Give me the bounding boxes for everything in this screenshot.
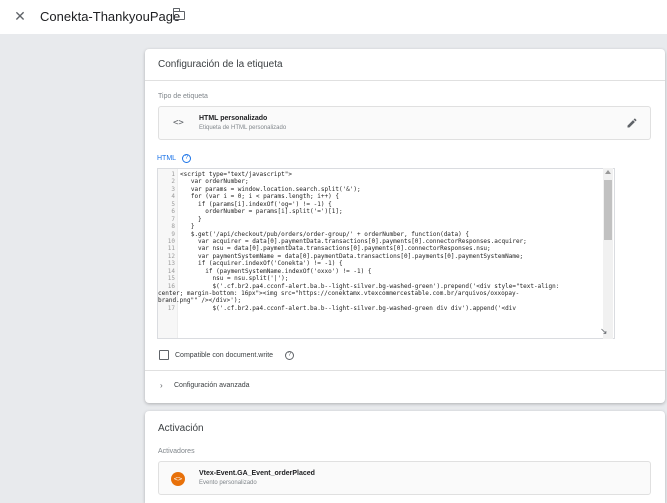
line-number: 5	[171, 200, 175, 208]
code-line[interactable]: 17 $('.cf.br2.pa4.cconf-alert.ba.b--ligh…	[158, 305, 603, 312]
line-number: 11	[167, 245, 175, 253]
custom-event-icon: <>	[171, 472, 185, 486]
line-number: 17	[167, 304, 175, 312]
code-text[interactable]: if (params[i].indexOf('og=') != -1) {	[180, 201, 332, 208]
code-line[interactable]: 9 $.get('/api/checkout/pub/orders/order-…	[158, 231, 603, 238]
code-line[interactable]: 5 if (params[i].indexOf('og=') != -1) {	[158, 201, 603, 208]
scroll-up-icon[interactable]	[605, 170, 611, 174]
code-line[interactable]: 4 for (var i = 0; i < params.length; i++…	[158, 193, 603, 200]
line-number: 2	[171, 178, 175, 186]
editor-scrollbar[interactable]	[603, 168, 613, 339]
line-number: 14	[167, 267, 175, 275]
tag-type-selector[interactable]: <> HTML personalizado Etiqueta de HTML p…	[158, 106, 651, 140]
line-number: 9	[171, 230, 175, 238]
code-text[interactable]: var params = window.location.search.spli…	[180, 186, 361, 193]
line-number: 7	[171, 215, 175, 223]
card-title: Activación	[158, 423, 204, 434]
tag-configuration-card: Configuración de la etiqueta Tipo de eti…	[145, 49, 665, 403]
trigger-subtitle: Evento personalizado	[199, 480, 257, 486]
code-text[interactable]: $('.cf.br2.pa4.cconf-alert.ba.b--light-s…	[180, 283, 560, 290]
code-text[interactable]: for (var i = 0; i < params.length; i++) …	[180, 193, 339, 200]
code-text[interactable]: var acquirer = data[0].paymentData.trans…	[180, 238, 527, 245]
tag-type-label: Tipo de etiqueta	[158, 93, 208, 100]
code-line[interactable]: 6 orderNumber = params[i].split('=')[1];	[158, 208, 603, 215]
line-number: 8	[171, 223, 175, 231]
resize-handle-icon[interactable]: ↘	[600, 326, 608, 337]
code-text[interactable]: var nsu = data[0].paymentData.transactio…	[180, 245, 491, 252]
code-line[interactable]: 10 var acquirer = data[0].paymentData.tr…	[158, 238, 603, 245]
code-text[interactable]: if (paymentSystemName.indexOf('oxxo') !=…	[180, 268, 371, 275]
code-line[interactable]: 12 var paymentSystemName = data[0].payme…	[158, 253, 603, 260]
html-label: HTML	[157, 155, 177, 162]
code-line[interactable]: 14 if (paymentSystemName.indexOf('oxxo')…	[158, 268, 603, 275]
code-text[interactable]: var paymentSystemName = data[0].paymentD…	[180, 253, 523, 260]
card-header: Configuración de la etiqueta	[145, 49, 665, 81]
advanced-settings-toggle[interactable]: Configuración avanzada	[174, 382, 250, 389]
line-number: 6	[171, 208, 175, 216]
code-text[interactable]: center; margin-bottom: 16px"><img src="h…	[158, 290, 519, 297]
code-line[interactable]: 1 <script type="text/javascript">	[158, 171, 603, 178]
pencil-icon[interactable]	[626, 117, 638, 129]
code-text[interactable]: $('.cf.br2.pa4.cconf-alert.ba.b--light-s…	[180, 305, 516, 312]
line-number: 15	[167, 275, 175, 283]
code-line[interactable]: 13 if (acquirer.indexOf('Conekta') != -1…	[158, 260, 603, 267]
code-line[interactable]: 3 var params = window.location.search.sp…	[158, 186, 603, 193]
folder-icon[interactable]	[172, 8, 185, 20]
divider	[145, 370, 665, 371]
line-number: 10	[167, 237, 175, 245]
tag-type-subtitle: Etiqueta de HTML personalizado	[199, 125, 287, 131]
code-text[interactable]: orderNumber = params[i].split('=')[1];	[180, 208, 342, 215]
card-title: Configuración de la etiqueta	[158, 59, 283, 70]
line-number: 13	[167, 260, 175, 268]
document-write-checkbox[interactable]	[159, 350, 169, 360]
code-icon: <>	[173, 118, 184, 128]
chevron-right-icon[interactable]: ›	[160, 381, 163, 390]
top-bar: ✕ Conekta-ThankyouPage	[0, 0, 667, 34]
code-line[interactable]: 2 var orderNumber;	[158, 178, 603, 185]
code-lines[interactable]: 1 <script type="text/javascript"> 2 var or…	[158, 171, 603, 312]
code-line[interactable]: 11 var nsu = data[0].paymentData.transac…	[158, 245, 603, 252]
code-line[interactable]: 16 $('.cf.br2.pa4.cconf-alert.ba.b--ligh…	[158, 283, 603, 290]
code-text[interactable]: $.get('/api/checkout/pub/orders/order-gr…	[180, 231, 469, 238]
document-write-label[interactable]: Compatible con document.write	[175, 352, 273, 359]
tag-type-name: HTML personalizado	[199, 115, 268, 122]
help-icon[interactable]: ?	[182, 154, 191, 163]
code-text[interactable]: }	[180, 216, 202, 223]
code-line[interactable]: brand.png"" /></div>');	[158, 297, 603, 304]
code-line[interactable]: 8 }	[158, 223, 603, 230]
page-title[interactable]: Conekta-ThankyouPage	[40, 9, 180, 24]
triggers-label: Activadores	[158, 448, 195, 455]
line-number: 4	[171, 193, 175, 201]
line-number: 3	[171, 185, 175, 193]
close-icon[interactable]: ✕	[13, 9, 27, 23]
line-number: 12	[167, 252, 175, 260]
code-line[interactable]: center; margin-bottom: 16px"><img src="h…	[158, 290, 603, 297]
code-text[interactable]: nsu = nsu.split('|');	[180, 275, 289, 282]
line-number: 16	[167, 282, 175, 290]
trigger-item[interactable]: <> Vtex-Event.GA_Event_orderPlaced Event…	[158, 461, 651, 495]
scroll-thumb[interactable]	[604, 180, 612, 240]
code-text[interactable]: }	[180, 223, 195, 230]
code-line[interactable]: 15 nsu = nsu.split('|');	[158, 275, 603, 282]
code-text[interactable]: var orderNumber;	[180, 178, 249, 185]
code-text[interactable]: if (acquirer.indexOf('Conekta') != -1) {	[180, 260, 343, 267]
code-text[interactable]: brand.png"" /></div>');	[158, 297, 241, 304]
line-number: 1	[171, 171, 175, 178]
activation-card: Activación Activadores <> Vtex-Event.GA_…	[145, 411, 665, 503]
code-text[interactable]: <script type="text/javascript">	[180, 171, 292, 178]
trigger-name: Vtex-Event.GA_Event_orderPlaced	[199, 470, 315, 477]
help-icon[interactable]: ?	[285, 351, 294, 360]
code-editor[interactable]: 1 <script type="text/javascript"> 2 var or…	[157, 168, 615, 339]
code-line[interactable]: 7 }	[158, 216, 603, 223]
